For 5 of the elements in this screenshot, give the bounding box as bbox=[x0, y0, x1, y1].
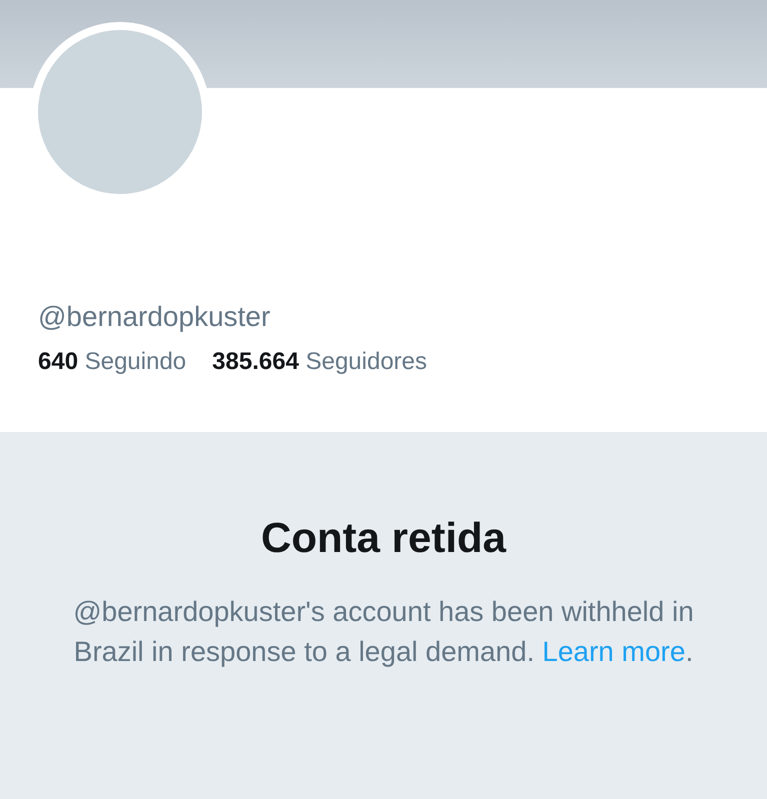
follow-stat[interactable]: 385.664 Seguidores bbox=[212, 347, 428, 377]
profile-handle: @bernardopkuster bbox=[38, 300, 272, 334]
notice-text: @bernardopkuster's account has been withheld in Brazil in response to a legal demand. Learn more. bbox=[72, 595, 695, 669]
notice-title: Conta retida bbox=[260, 514, 506, 562]
follow-stat[interactable]: 640 Seguindo bbox=[38, 347, 186, 377]
